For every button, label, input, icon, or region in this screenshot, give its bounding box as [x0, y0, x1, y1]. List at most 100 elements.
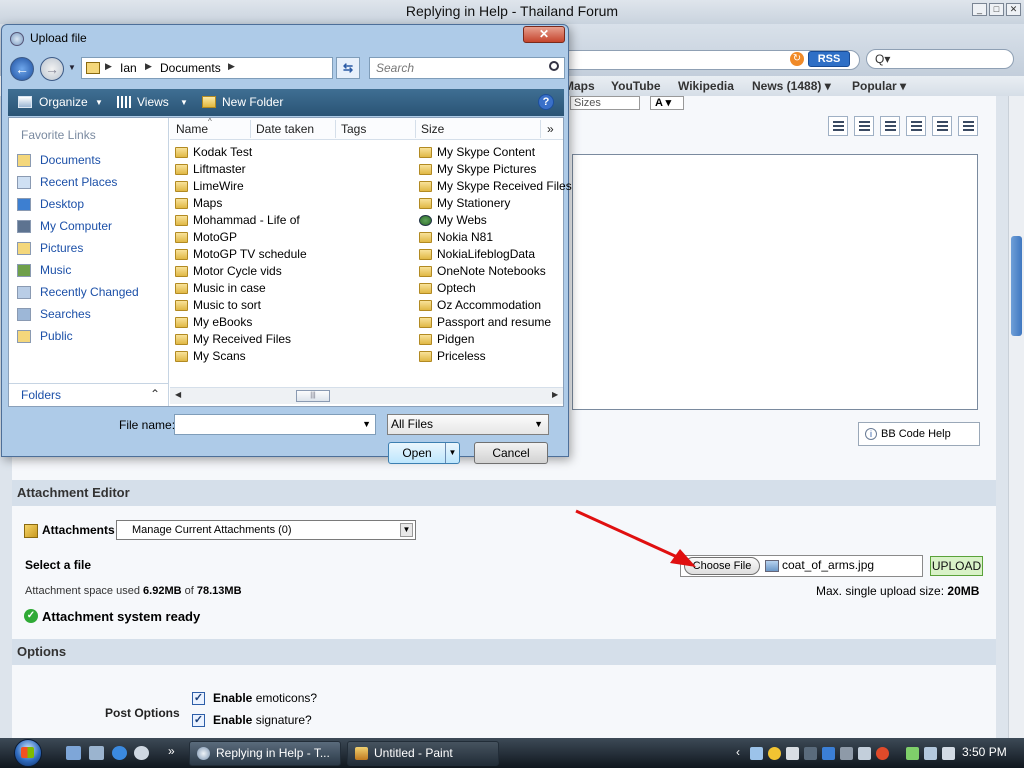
recent-places-icon [17, 176, 31, 189]
bookmark-popular[interactable]: Popular ▾ [852, 79, 906, 93]
breadcrumb-address-bar[interactable]: ▶ Ian ▶ Documents ▶ ▼ [81, 57, 400, 79]
column-divider[interactable] [250, 120, 251, 138]
dialog-search-input[interactable]: Search [369, 57, 565, 79]
power-tray-icon[interactable] [906, 747, 919, 760]
document-tray-icon[interactable] [786, 747, 799, 760]
task-replying-in-help[interactable]: Replying in Help - T... [189, 741, 341, 766]
bbcode-help-label: BB Code Help [881, 428, 951, 440]
browser-search-input[interactable]: Q▾ [866, 49, 1014, 69]
emoticons-checkbox[interactable]: ✓ [192, 692, 205, 705]
folder-icon [175, 283, 188, 294]
file-type-select[interactable]: All Files ▼ [387, 414, 549, 435]
bookmark-wikipedia[interactable]: Wikipedia [678, 79, 734, 93]
antivirus-tray-icon[interactable] [876, 747, 889, 760]
bookmark-news[interactable]: News (1488) ▾ [752, 79, 831, 93]
folder-icon [419, 147, 432, 158]
ordered-list-button[interactable] [932, 116, 952, 136]
cancel-button[interactable]: Cancel [474, 442, 548, 464]
upload-button[interactable]: UPLOAD [930, 556, 983, 576]
new-folder-button[interactable]: New Folder [222, 95, 283, 109]
network-people-icon[interactable] [750, 747, 763, 760]
clock[interactable]: 3:50 PM [962, 745, 1007, 759]
start-button[interactable] [7, 739, 49, 767]
col-tags[interactable]: Tags [341, 122, 366, 136]
attachment-editor-header: Attachment Editor [12, 480, 996, 506]
col-size[interactable]: Size [421, 122, 444, 136]
dialog-close-button[interactable]: ✕ [523, 26, 565, 43]
align-right-button[interactable] [906, 116, 926, 136]
device-tray-icon[interactable] [804, 747, 817, 760]
quick-launch-more-icon[interactable]: » [168, 744, 175, 758]
signature-option-label: Enable signature? [213, 713, 312, 727]
recently-changed-icon [17, 286, 31, 299]
outdent-button[interactable] [828, 116, 848, 136]
forward-button[interactable]: → [40, 57, 64, 81]
horizontal-scrollbar-thumb[interactable]: ||| [296, 390, 330, 402]
reload-icon[interactable]: ↻ [790, 52, 804, 66]
public-folder-icon [17, 330, 31, 343]
space-used-value: 6.92MB [143, 585, 182, 597]
column-divider[interactable] [415, 120, 416, 138]
scroll-right-icon[interactable]: ▶ [552, 390, 558, 399]
signature-checkbox[interactable]: ✓ [192, 714, 205, 727]
options-header: Options [12, 639, 996, 665]
breadcrumb-documents[interactable]: Documents [160, 61, 221, 75]
message-textarea[interactable] [572, 154, 978, 410]
more-columns-icon[interactable]: » [547, 122, 554, 136]
breadcrumb-ian[interactable]: Ian [120, 61, 137, 75]
paint-task-icon [355, 747, 368, 760]
internet-explorer-icon[interactable] [112, 746, 127, 760]
rss-button[interactable]: RSS [808, 51, 850, 67]
folders-toggle[interactable]: Folders ⌃ [9, 383, 168, 406]
page-scrollbar[interactable] [1008, 96, 1024, 738]
col-name[interactable]: Name [176, 122, 208, 136]
maximize-button[interactable]: □ [989, 3, 1004, 16]
organize-menu[interactable]: Organize [39, 95, 88, 109]
attachments-select[interactable]: Manage Current Attachments (0) ▼ [116, 520, 416, 540]
minimize-button[interactable]: _ [972, 3, 987, 16]
folder-icon [175, 317, 188, 328]
bluetooth-tray-icon[interactable] [822, 747, 835, 760]
views-menu[interactable]: Views [137, 95, 169, 109]
open-button[interactable]: Open ▼ [388, 442, 460, 464]
dialog-search-placeholder: Search [376, 61, 415, 75]
file-name-input[interactable]: ▼ [174, 414, 376, 435]
align-center-button[interactable] [880, 116, 900, 136]
back-button[interactable]: ← [10, 57, 34, 81]
bbcode-help-button[interactable]: i BB Code Help [858, 422, 980, 446]
column-divider[interactable] [335, 120, 336, 138]
col-date-taken[interactable]: Date taken [256, 122, 314, 136]
history-dropdown-icon[interactable]: ▼ [68, 63, 76, 72]
browser-close-button[interactable]: ✕ [1006, 3, 1021, 16]
signature-bold: Enable [213, 713, 253, 727]
column-divider[interactable] [540, 120, 541, 138]
settings-tray-icon[interactable] [858, 747, 871, 760]
unordered-list-button[interactable] [958, 116, 978, 136]
file-label: Oz Accommodation [437, 298, 542, 312]
refresh-button[interactable]: ⇆ [336, 57, 360, 79]
scroll-left-icon[interactable]: ◀ [175, 390, 181, 399]
breadcrumb-separator-icon: ▶ [228, 61, 235, 71]
show-desktop-icon[interactable] [66, 746, 81, 760]
switch-windows-icon[interactable] [89, 746, 104, 760]
folder-icon [175, 164, 188, 175]
browser-icon[interactable] [134, 746, 149, 760]
horizontal-scrollbar[interactable]: ◀ ||| ▶ [170, 387, 563, 404]
folder-icon [175, 334, 188, 345]
views-icon [117, 96, 131, 108]
task-untitled-paint[interactable]: Untitled - Paint [347, 741, 499, 766]
file-label: LimeWire [193, 179, 244, 193]
chevron-down-icon[interactable]: ▼ [362, 419, 371, 429]
font-size-select[interactable]: Sizes [570, 96, 640, 110]
messenger-icon[interactable] [768, 747, 781, 760]
volume-tray-icon[interactable] [942, 747, 955, 760]
open-split-dropdown-icon[interactable]: ▼ [445, 443, 459, 463]
page-scrollbar-thumb[interactable] [1011, 236, 1022, 336]
network-tray-icon[interactable] [924, 747, 937, 760]
bookmark-youtube[interactable]: YouTube [611, 79, 661, 93]
font-color-select[interactable]: A ▾ [650, 96, 684, 110]
help-icon[interactable]: ? [538, 94, 554, 110]
align-left-button[interactable] [854, 116, 874, 136]
tools-tray-icon[interactable] [840, 747, 853, 760]
show-hidden-icons-icon[interactable]: ‹ [736, 745, 740, 759]
